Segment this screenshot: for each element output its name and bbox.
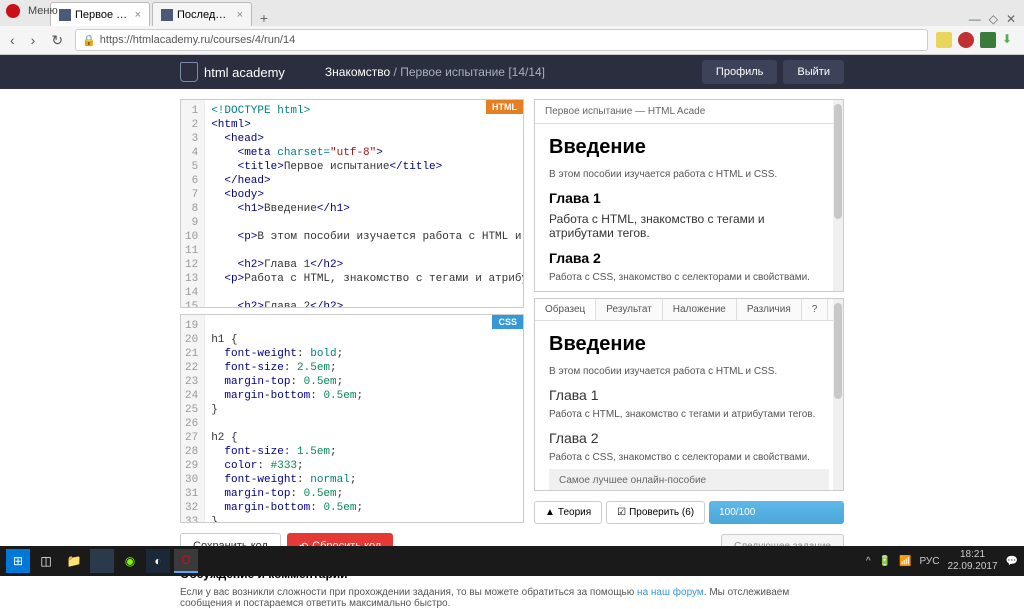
check-button[interactable]: ☑Проверить (6)	[606, 501, 705, 524]
tab-help[interactable]: ?	[802, 299, 829, 320]
browser-tab-1[interactable]: Последние 51. Знакомств ×	[152, 2, 252, 26]
forum-link[interactable]: на наш форум	[637, 587, 704, 598]
browser-tab-bar: Меню Первое испытание — Зн × Последние 5…	[0, 0, 1024, 26]
reload-icon[interactable]: ↻	[47, 32, 67, 49]
close-icon[interactable]: ×	[237, 9, 243, 21]
browser-chrome: Меню Первое испытание — Зн × Последние 5…	[0, 0, 1024, 55]
tray-chevron-icon[interactable]: ^	[866, 556, 871, 567]
book-icon: ▲	[545, 507, 555, 518]
tab-label: Последние 51. Знакомств	[177, 9, 231, 21]
opera-icon[interactable]: O	[174, 549, 198, 573]
sample-text: В этом пособии изучается работа с HTML и…	[549, 366, 829, 377]
cite-box: Самое лучшее онлайн-пособие	[549, 469, 829, 490]
browser-tab-0[interactable]: Первое испытание — Зн ×	[50, 2, 150, 26]
check-icon: ☑	[617, 507, 626, 518]
score-button[interactable]: 100/100	[709, 501, 844, 524]
preview-title-tab: Первое испытание — HTML Acade	[535, 100, 843, 124]
clock[interactable]: 18:21 22.09.2017	[947, 549, 997, 573]
sample-h2: Глава 1	[549, 387, 829, 403]
tab-favicon-icon	[161, 9, 173, 21]
forward-icon[interactable]: ›	[27, 32, 40, 48]
preview-text: Работа с HTML, знакомство с тегами и атр…	[549, 212, 829, 240]
start-button[interactable]: ⊞	[6, 549, 30, 573]
action-center-icon[interactable]: 💬	[1006, 556, 1018, 567]
close-window-icon[interactable]: ✕	[1006, 12, 1016, 26]
battery-icon[interactable]: 🔋	[879, 556, 891, 567]
html-badge: HTML	[486, 100, 523, 114]
extension-icons: ⬇	[936, 32, 1018, 48]
sample-content: Введение В этом пособии изучается работа…	[535, 321, 843, 490]
page-header: html academy Знакомство / Первое испытан…	[0, 55, 1024, 89]
preview-h2: Глава 1	[549, 190, 829, 206]
tab-result[interactable]: Результат	[596, 299, 662, 320]
app-icon[interactable]: ◉	[118, 549, 142, 573]
breadcrumb-link[interactable]: Знакомство	[325, 65, 390, 79]
sample-h2: Глава 2	[549, 430, 829, 446]
network-icon[interactable]: 📶	[899, 556, 911, 567]
tab-sample[interactable]: Образец	[535, 299, 596, 320]
steam-icon[interactable]: ◐	[146, 549, 170, 573]
ext-icon[interactable]	[958, 32, 974, 48]
scrollbar[interactable]	[833, 100, 843, 291]
preview-h2: Глава 2	[549, 250, 829, 266]
system-tray: ^ 🔋 📶 РУС 18:21 22.09.2017 💬	[866, 549, 1018, 573]
profile-button[interactable]: Профиль	[702, 60, 778, 84]
app-icon[interactable]	[90, 549, 114, 573]
tab-label: Первое испытание — Зн	[75, 9, 129, 21]
tab-diff[interactable]: Различия	[737, 299, 802, 320]
ext-icon[interactable]	[980, 32, 996, 48]
css-editor[interactable]: CSS 192021222324252627282930313233343536…	[180, 314, 524, 523]
sample-preview-panel: Образец Результат Наложение Различия ? В…	[534, 298, 844, 491]
sample-text: Работа с CSS, знакомство с селекторами и…	[549, 452, 829, 463]
scrollbar[interactable]	[833, 299, 843, 490]
maximize-icon[interactable]: ◇	[989, 12, 998, 26]
preview-h1: Введение	[549, 136, 829, 159]
minimize-icon[interactable]: —	[969, 12, 981, 26]
css-code[interactable]: h1 { font-weight: bold; font-size: 2.5em…	[205, 315, 523, 522]
windows-taskbar: ⊞ ◫ 📁 ◉ ◐ O ^ 🔋 📶 РУС 18:21 22.09.2017 💬	[0, 546, 1024, 576]
breadcrumb-current: Первое испытание [14/14]	[400, 65, 545, 79]
preview-text: В этом пособии изучается работа с HTML и…	[549, 169, 829, 180]
preview-text: Работа с CSS, знакомство с селекторами и…	[549, 272, 829, 283]
sample-text: Работа с HTML, знакомство с тегами и атр…	[549, 409, 829, 420]
shield-icon	[180, 62, 198, 82]
back-icon[interactable]: ‹	[6, 32, 19, 48]
editors-column: HTML 12345678910111213141516171819 <!DOC…	[180, 99, 524, 559]
explorer-icon[interactable]: 📁	[62, 549, 86, 573]
html-code[interactable]: <!DOCTYPE html> <html> <head> <meta char…	[205, 100, 523, 307]
close-icon[interactable]: ×	[135, 9, 141, 21]
line-gutter: 12345678910111213141516171819	[181, 100, 205, 307]
sample-h1: Введение	[549, 333, 829, 356]
url-text: https://htmlacademy.ru/courses/4/run/14	[100, 34, 295, 46]
preview-column: Первое испытание — HTML Acade Введение В…	[534, 99, 844, 559]
ext-icon[interactable]	[936, 32, 952, 48]
browser-menu-label[interactable]: Меню	[28, 5, 58, 17]
line-gutter: 1920212223242526272829303132333435363738	[181, 315, 205, 522]
opera-logo-icon	[6, 4, 20, 18]
preview-mode-tabs: Образец Результат Наложение Различия ?	[535, 299, 843, 321]
address-bar: ‹ › ↻ 🔒 https://htmlacademy.ru/courses/4…	[0, 26, 1024, 54]
lock-icon: 🔒	[82, 34, 96, 47]
breadcrumb: Знакомство / Первое испытание [14/14]	[325, 65, 545, 79]
theory-button[interactable]: ▲Теория	[534, 501, 602, 524]
result-toolbar: ▲Теория ☑Проверить (6) 100/100	[534, 501, 844, 524]
site-logo[interactable]: html academy	[180, 62, 285, 82]
task-view-icon[interactable]: ◫	[34, 549, 58, 573]
new-tab-button[interactable]: +	[254, 10, 274, 26]
lang-indicator[interactable]: РУС	[919, 556, 939, 567]
preview-content: Введение В этом пособии изучается работа…	[535, 124, 843, 291]
main-area: HTML 12345678910111213141516171819 <!DOC…	[0, 89, 1024, 559]
discussion-text: Если у вас возникли сложности при прохож…	[180, 587, 844, 609]
logo-text: html academy	[204, 66, 285, 79]
css-badge: CSS	[492, 315, 523, 329]
url-input[interactable]: 🔒 https://htmlacademy.ru/courses/4/run/1…	[75, 29, 928, 51]
tab-favicon-icon	[59, 9, 71, 21]
tab-overlay[interactable]: Наложение	[663, 299, 737, 320]
download-icon[interactable]: ⬇	[1002, 32, 1018, 48]
logout-button[interactable]: Выйти	[783, 60, 844, 84]
result-preview-panel: Первое испытание — HTML Acade Введение В…	[534, 99, 844, 292]
html-editor[interactable]: HTML 12345678910111213141516171819 <!DOC…	[180, 99, 524, 308]
